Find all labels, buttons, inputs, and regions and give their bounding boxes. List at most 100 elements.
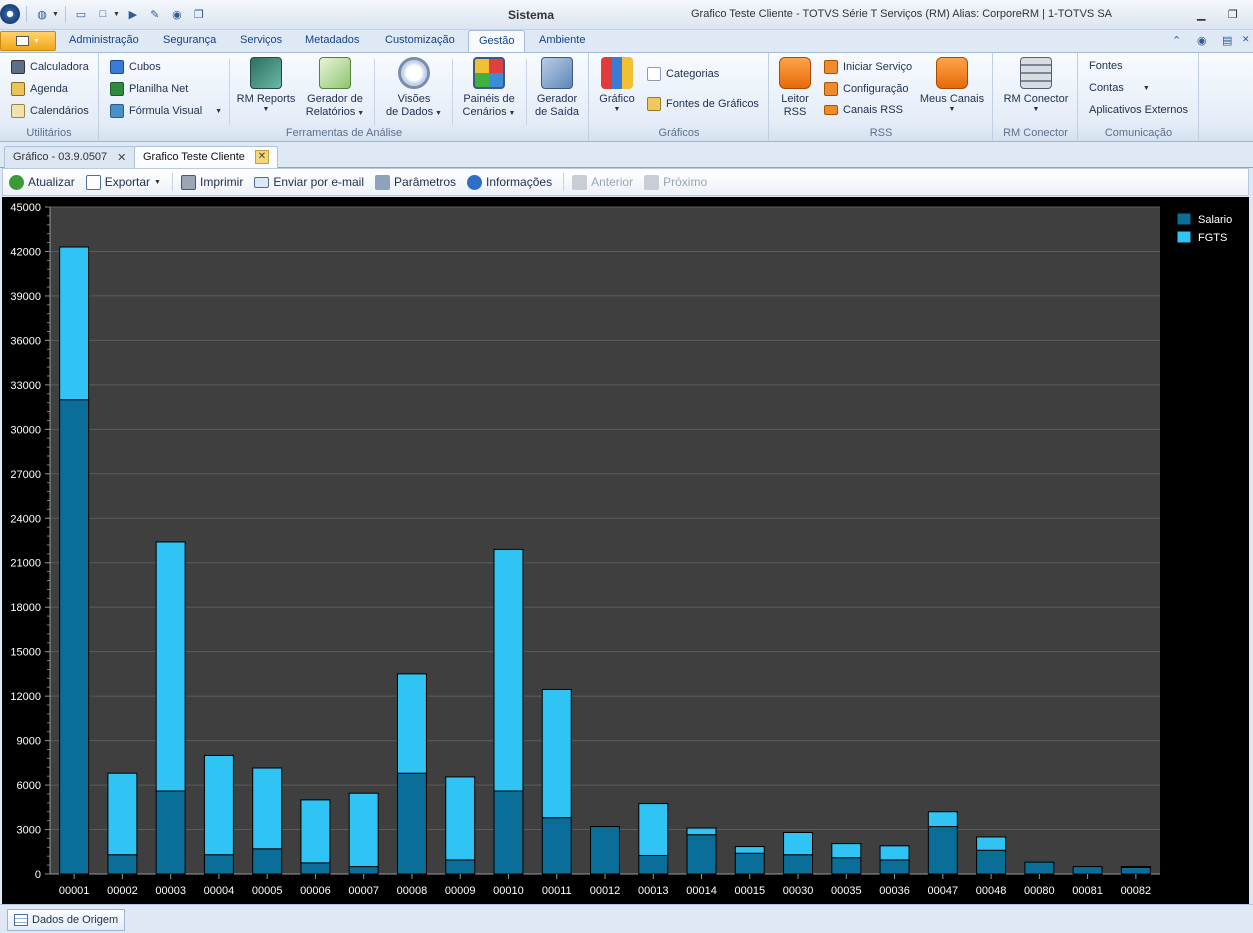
rm-conector-button[interactable]: RM Conector ▼ — [1000, 57, 1072, 114]
y-tick-label: 39000 — [10, 291, 41, 303]
tab-administracao[interactable]: Administração — [69, 34, 139, 46]
tab-servicos[interactable]: Serviços — [240, 34, 282, 46]
contas-button[interactable]: Contas ▼ — [1089, 82, 1150, 94]
categorias-button[interactable]: Categorias — [647, 67, 719, 81]
chart-area: 0 3000 6000 9000 12000 15000 18000 21000 24000 27… — [2, 197, 1249, 904]
calculadora-button[interactable]: Calculadora — [11, 60, 89, 74]
app-logo-icon[interactable] — [0, 4, 20, 24]
run-icon[interactable]: ▶ — [124, 5, 142, 23]
copy-icon[interactable]: ❐ — [190, 5, 208, 23]
grafico-button[interactable]: Gráfico ▼ — [596, 57, 638, 114]
x-tick-label: 00009 — [445, 885, 476, 897]
group-label: RSS — [869, 127, 893, 139]
close-icon[interactable]: ✕ — [254, 150, 269, 164]
paineis-cenarios-button[interactable]: Painéis de Cenários ▼ — [457, 57, 521, 120]
ribbon-tab-row: ▼ Administração Segurança Serviços Metad… — [0, 30, 1253, 53]
bar-fgts — [976, 836, 1007, 851]
report-icon — [250, 57, 282, 89]
enviar-email-button[interactable]: Enviar por e-mail — [254, 175, 364, 189]
imprimir-button[interactable]: Imprimir — [180, 174, 243, 190]
globe-icon[interactable]: ◍ — [33, 5, 51, 23]
x-tick-label: 00015 — [734, 885, 765, 897]
doc-tab-grafico-teste-cliente[interactable]: Grafico Teste Cliente ✕ — [134, 146, 278, 168]
rm-reports-button[interactable]: RM Reports ▼ — [234, 57, 298, 114]
x-tick-label: 00080 — [1024, 885, 1055, 897]
legend-swatch — [1176, 230, 1192, 244]
agenda-icon — [11, 82, 25, 96]
bar-fgts — [396, 673, 427, 774]
visoes-dados-button[interactable]: Visões de Dados ▼ — [380, 57, 448, 120]
x-tick-label: 00001 — [59, 885, 90, 897]
bar-salario — [300, 862, 331, 875]
y-tick-label: 42000 — [10, 246, 41, 258]
dashboard-icon — [473, 57, 505, 89]
calendar-icon — [11, 104, 25, 118]
leitor-rss-button[interactable]: Leitor RSS — [776, 57, 814, 119]
bar-fgts — [734, 846, 765, 854]
bar-fgts — [686, 827, 717, 836]
planilha-net-button[interactable]: Planilha Net — [110, 82, 188, 96]
parametros-button[interactable]: Parâmetros — [375, 174, 456, 190]
informacoes-button[interactable]: Informações — [467, 174, 552, 190]
bar-salario — [638, 854, 669, 875]
document-tabs: Gráfico - 03.9.0507 ✕ Grafico Teste Clie… — [0, 142, 1253, 168]
fontes-button[interactable]: Fontes — [1089, 60, 1123, 72]
cubos-button[interactable]: Cubos — [110, 60, 161, 74]
atualizar-button[interactable]: Atualizar — [9, 174, 75, 190]
bar-fgts — [1120, 866, 1151, 868]
menu-icon — [16, 36, 30, 46]
bar-salario — [976, 849, 1007, 875]
application-menu-button[interactable]: ▼ — [0, 31, 56, 51]
window-layout-icon[interactable]: □ — [94, 5, 112, 23]
ribbon: Calculadora Agenda Calendários Utilitári… — [0, 52, 1253, 142]
formula-visual-button[interactable]: Fórmula Visual ▼ — [110, 104, 222, 118]
close-icon[interactable]: ✕ — [1242, 34, 1250, 45]
meus-canais-button[interactable]: Meus Canais ▼ — [916, 57, 988, 114]
tab-metadados[interactable]: Metadados — [305, 34, 359, 46]
y-tick-label: 15000 — [10, 647, 41, 659]
anterior-button[interactable]: Anterior — [572, 174, 633, 190]
configuracao-button[interactable]: Configuração — [824, 82, 908, 96]
tab-gestao[interactable]: Gestão — [468, 30, 526, 53]
bar-salario — [107, 854, 138, 875]
chevron-down-icon[interactable]: ▼ — [113, 11, 120, 18]
y-tick-label: 9000 — [17, 736, 41, 748]
tab-ambiente[interactable]: Ambiente — [539, 34, 585, 46]
proximo-button[interactable]: Próximo — [644, 174, 707, 190]
bar-fgts — [252, 767, 283, 850]
web-icon[interactable]: ◉ — [1197, 34, 1207, 47]
bar-salario — [879, 859, 910, 875]
y-tick-label: 3000 — [17, 825, 41, 837]
layout-icon[interactable]: ▤ — [1222, 34, 1232, 47]
status-bar: Dados de Origem — [0, 904, 1253, 933]
tab-seguranca[interactable]: Segurança — [163, 34, 216, 46]
gerador-relatorios-button[interactable]: Gerador de Relatórios ▼ — [301, 57, 369, 120]
close-icon[interactable]: ✕ — [117, 151, 126, 168]
gerador-saida-button[interactable]: Gerador de Saída — [530, 57, 584, 119]
bar-fgts — [445, 776, 476, 861]
minimize-icon[interactable]: ▁ — [1197, 8, 1205, 21]
chevron-down-icon: ▼ — [215, 107, 223, 115]
bar-salario — [203, 854, 234, 875]
tab-customizacao[interactable]: Customização — [385, 34, 455, 46]
dados-origem-button[interactable]: Dados de Origem — [7, 909, 126, 931]
chevron-down-icon[interactable]: ▼ — [52, 11, 59, 18]
tools-icon[interactable]: ✎ — [146, 5, 164, 23]
fontes-graficos-button[interactable]: Fontes de Gráficos — [647, 97, 759, 111]
bar-salario — [831, 857, 862, 875]
iniciar-servico-button[interactable]: Iniciar Serviço — [824, 60, 912, 74]
calculator-icon — [11, 60, 25, 74]
x-tick-label: 00036 — [879, 885, 910, 897]
collapse-ribbon-icon[interactable]: ⌃ — [1172, 34, 1181, 47]
web-icon[interactable]: ◉ — [168, 5, 186, 23]
new-window-icon[interactable]: ▭ — [72, 5, 90, 23]
bar-fgts — [493, 548, 524, 792]
agenda-button[interactable]: Agenda — [11, 82, 68, 96]
canais-rss-button[interactable]: Canais RSS — [824, 104, 903, 116]
formula-tree-icon — [110, 104, 124, 118]
aplicativos-externos-button[interactable]: Aplicativos Externos — [1089, 104, 1188, 116]
exportar-button[interactable]: Exportar ▼ — [85, 174, 161, 190]
calendarios-button[interactable]: Calendários — [11, 104, 89, 118]
restore-icon[interactable]: ❐ — [1228, 8, 1238, 21]
doc-tab-grafico[interactable]: Gráfico - 03.9.0507 ✕ — [4, 146, 136, 168]
